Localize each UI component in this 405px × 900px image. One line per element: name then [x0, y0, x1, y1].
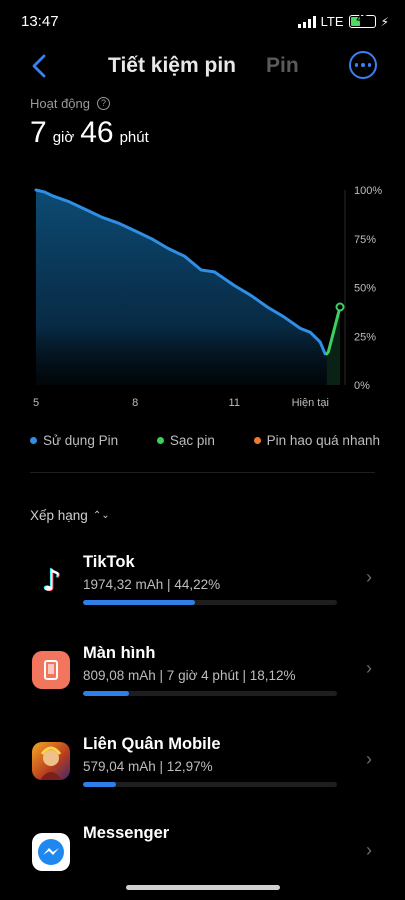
chevron-right-icon: ›	[366, 749, 372, 769]
legend-item: Pin hao quá nhanh	[253, 433, 380, 448]
header: Tiết kiệm pin Pin	[0, 44, 405, 88]
app-row-lien-quan[interactable]: Liên Quân Mobile 579,04 mAh | 12,97% ›	[0, 727, 405, 817]
app-row-screen[interactable]: Màn hình 809,08 mAh | 7 giờ 4 phút | 18,…	[0, 636, 405, 726]
legend-label: Sử dụng Pin	[43, 433, 119, 448]
legend-dot-icon	[156, 437, 164, 444]
chevron-left-icon[interactable]	[28, 52, 52, 80]
duration-hours: 7	[30, 116, 47, 149]
ranking-label: Xếp hạng	[30, 508, 88, 523]
chevron-right-icon: ›	[366, 658, 372, 678]
status-bar: 13:47 LTE 43 ⚡	[0, 0, 405, 44]
more-horizontal-icon[interactable]	[349, 51, 377, 79]
x-tick-label: 11	[229, 397, 240, 409]
app-name: TikTok	[83, 553, 135, 571]
chevron-right-icon: ›	[366, 840, 372, 860]
app-usage-detail: 579,04 mAh | 12,97%	[83, 759, 213, 774]
legend-dot-icon	[30, 437, 37, 444]
app-name: Liên Quân Mobile	[83, 735, 221, 753]
x-tick-label: 5	[33, 397, 39, 409]
activity-label: Hoạt động ?	[30, 96, 110, 111]
usage-area	[36, 190, 327, 385]
y-tick-label: 25%	[354, 331, 376, 343]
app-name: Messenger	[83, 824, 170, 842]
tiktok-app-icon: ♪ ♪ ♪	[32, 560, 70, 598]
network-type: LTE	[320, 14, 344, 29]
usage-bar	[83, 600, 337, 605]
x-tick-label: Hiện tại	[292, 397, 329, 409]
x-tick-label: 8	[132, 397, 138, 409]
y-tick-label: 75%	[354, 234, 376, 246]
lien-quan-app-icon	[32, 742, 70, 780]
legend-item: Sử dụng Pin	[30, 433, 118, 448]
y-tick-label: 100%	[354, 185, 382, 197]
usage-bar	[83, 782, 337, 787]
duration-hours-unit: giờ	[52, 129, 75, 146]
battery-level: 43	[356, 14, 368, 25]
activity-duration: 7 giờ 46 phút	[30, 116, 149, 150]
messenger-app-icon	[32, 833, 70, 871]
y-tick-label: 50%	[354, 283, 376, 295]
sort-toggle-icon: ⌃⌄	[92, 510, 110, 521]
status-time: 13:47	[21, 13, 59, 30]
app-usage-detail: 1974,32 mAh | 44,22%	[83, 577, 221, 592]
duration-minutes: 46	[80, 116, 114, 149]
legend-item: Sạc pin	[156, 433, 215, 448]
app-usage-detail: 809,08 mAh | 7 giờ 4 phút | 18,12%	[83, 668, 296, 683]
legend-label: Sạc pin	[169, 433, 215, 448]
duration-minutes-unit: phút	[119, 129, 149, 146]
battery-icon: 43	[348, 14, 376, 28]
chevron-right-icon: ›	[366, 567, 372, 587]
battery-usage-chart: 100% 75% 50% 25% 0% 5 8 11 Hiện tại	[33, 185, 382, 409]
svg-text:♪: ♪	[42, 564, 61, 599]
y-tick-label: 0%	[354, 380, 370, 392]
tab-battery-saver[interactable]: Tiết kiệm pin	[108, 54, 236, 78]
usage-bar	[83, 691, 337, 696]
signal-icon	[297, 15, 316, 28]
tab-battery[interactable]: Pin	[266, 54, 299, 78]
activity-label-text: Hoạt động	[30, 96, 90, 111]
divider	[30, 472, 375, 473]
app-row-tiktok[interactable]: ♪ ♪ ♪ TikTok 1974,32 mAh | 44,22% ›	[0, 545, 405, 635]
legend-label: Pin hao quá nhanh	[266, 433, 380, 448]
charging-icon: ⚡	[380, 14, 389, 29]
ranking-sort[interactable]: Xếp hạng ⌃⌄	[30, 508, 110, 523]
status-icons: LTE 43 ⚡	[297, 14, 389, 29]
home-indicator	[126, 885, 280, 890]
help-icon[interactable]: ?	[97, 97, 110, 110]
legend-dot-icon	[253, 437, 261, 444]
screen-icon	[32, 651, 70, 689]
current-level-point	[335, 302, 345, 312]
app-name: Màn hình	[83, 644, 156, 662]
chart-legend: Sử dụng Pin Sạc pin Pin hao quá nhanh	[30, 433, 380, 448]
